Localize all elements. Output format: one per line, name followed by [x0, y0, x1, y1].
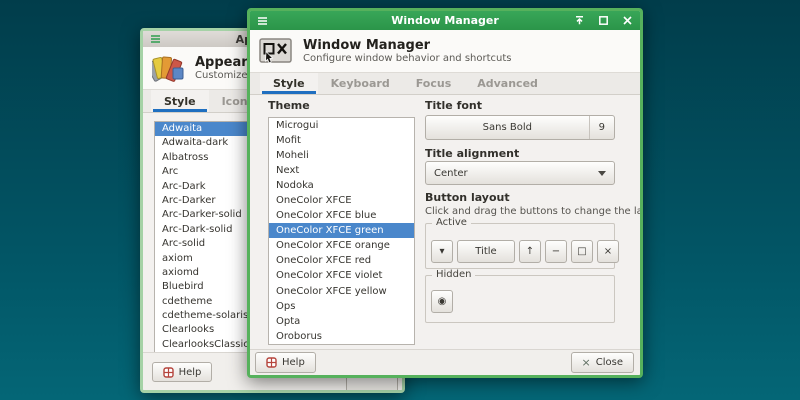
button-layout-hint: Click and drag the buttons to change the… [425, 206, 643, 217]
page-subtitle: Configure window behavior and shortcuts [303, 52, 512, 64]
theme-list-item[interactable]: Microgui [269, 118, 414, 133]
title-alignment-dropdown[interactable]: Center [425, 161, 615, 185]
help-icon [162, 366, 174, 378]
wm-tabbar: Style Keyboard Focus Advanced [250, 72, 640, 95]
tab-advanced[interactable]: Advanced [464, 73, 551, 94]
theme-list-item[interactable]: Ops [269, 299, 414, 314]
maximize-icon[interactable] [598, 15, 609, 26]
theme-list-item[interactable]: Moheli [269, 148, 414, 163]
active-buttons-frame: Active ▾ Title ↑ − □ × [425, 217, 619, 269]
theme-list-item[interactable]: Next [269, 163, 414, 178]
tab-focus[interactable]: Focus [403, 73, 465, 94]
help-button[interactable]: Help [152, 362, 212, 382]
shade-icon[interactable] [574, 15, 585, 26]
font-size-value: 9 [588, 116, 614, 139]
window-manager-window: Window Manager Window Manager Configure … [247, 8, 643, 378]
theme-list-item[interactable]: OneColor XFCE [269, 193, 414, 208]
help-button[interactable]: Help [255, 352, 316, 373]
button-layout-label: Button layout [425, 191, 510, 204]
hidden-frame-label: Hidden [432, 269, 476, 280]
layout-minimize-button[interactable]: − [545, 240, 567, 263]
theme-list-item[interactable]: Opta [269, 314, 414, 329]
title-alignment-value: Center [434, 167, 468, 179]
tab-style[interactable]: Style [260, 73, 318, 94]
window-manager-icon [259, 36, 293, 66]
title-font-button[interactable]: Sans Bold 9 [425, 115, 615, 140]
page-title: Window Manager [303, 37, 431, 53]
hamburger-menu-icon[interactable] [257, 16, 268, 26]
theme-list-item[interactable]: Nodoka [269, 178, 414, 193]
theme-list-item[interactable]: OneColor XFCE green [269, 223, 414, 239]
close-icon[interactable] [622, 15, 633, 26]
hidden-button-row: ◉ [431, 290, 453, 313]
theme-section-label: Theme [268, 99, 310, 112]
theme-list-item[interactable]: Mofit [269, 133, 414, 148]
wm-header: Window Manager Configure window behavior… [250, 30, 640, 72]
theme-list-item[interactable]: OneColor XFCE red [269, 253, 414, 268]
layout-close-button[interactable]: × [597, 240, 619, 263]
tab-style[interactable]: Style [151, 90, 209, 112]
wm-footer: Help × Close [250, 349, 640, 375]
help-icon [266, 357, 277, 368]
title-font-label: Title font [425, 99, 483, 112]
theme-list-item[interactable]: OneColor XFCE violet [269, 268, 414, 283]
layout-title-button[interactable]: Title [457, 240, 515, 263]
appearance-swatches-icon [152, 53, 185, 84]
theme-list-item[interactable]: OneColor XFCE blue [269, 208, 414, 223]
hamburger-menu-icon[interactable] [150, 34, 161, 44]
font-name-value: Sans Bold [482, 122, 532, 133]
layout-maximize-button[interactable]: □ [571, 240, 593, 263]
layout-stick-button[interactable]: ◉ [431, 290, 453, 313]
wm-theme-list: Microgui Mofit Moheli Next Nodoka OneColor XF… [268, 117, 415, 345]
theme-list-item[interactable]: OneColor XFCE orange [269, 238, 414, 253]
desktop: Appearance Appearance Customize the look… [0, 0, 800, 400]
theme-list-item[interactable]: Oroborus [269, 329, 414, 344]
layout-menu-button[interactable]: ▾ [431, 240, 453, 263]
close-button-label: Close [595, 357, 623, 368]
theme-list-item[interactable]: OneColor XFCE yellow [269, 284, 414, 299]
close-button[interactable]: × Close [570, 352, 634, 373]
wm-titlebar[interactable]: Window Manager [250, 11, 640, 30]
active-frame-label: Active [432, 217, 471, 228]
hidden-buttons-frame: Hidden ◉ [425, 269, 615, 323]
dropdown-arrow-icon [598, 170, 606, 176]
tab-keyboard[interactable]: Keyboard [318, 73, 403, 94]
help-button-label: Help [178, 366, 202, 378]
close-button-icon: × [581, 356, 591, 369]
title-alignment-label: Title alignment [425, 147, 520, 160]
help-button-label: Help [282, 357, 305, 368]
active-button-row: ▾ Title ↑ − □ × [431, 240, 619, 263]
wm-content: Theme Microgui Mofit Moheli Next Nodoka OneCo… [250, 95, 640, 349]
layout-shade-button[interactable]: ↑ [519, 240, 541, 263]
